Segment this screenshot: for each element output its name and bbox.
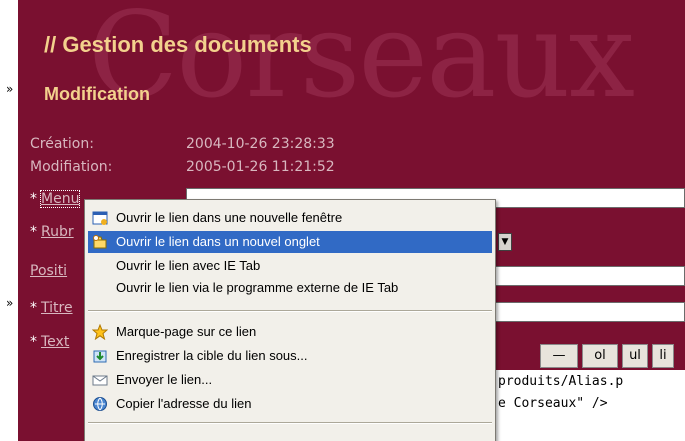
menu-item-label: Ouvrir le lien avec IE Tab	[116, 258, 261, 273]
texte-field-label: * Text	[30, 334, 69, 350]
rubrique-field-label: * Rubr	[30, 224, 74, 240]
creation-label: Création:	[30, 136, 94, 152]
menu-item-label: Marque-page sur ce lien	[116, 324, 257, 339]
ol-button[interactable]: ol	[582, 344, 618, 368]
copy-link-icon	[92, 396, 108, 412]
left-gutter: » »	[0, 0, 18, 441]
titre-link[interactable]: Titre	[41, 300, 73, 316]
save-link-icon	[92, 348, 108, 364]
required-marker: *	[30, 300, 37, 316]
position-link[interactable]: Positi	[30, 263, 67, 279]
required-marker: *	[30, 334, 37, 350]
menu-item-open-new-window[interactable]: Ouvrir le lien dans une nouvelle fenêtre	[88, 207, 492, 229]
menu-item-label: Envoyer le lien...	[116, 372, 213, 387]
modification-value: 2005-01-26 11:21:52	[186, 159, 335, 175]
stage: » » Corseaux // Gestion des documents Mo…	[0, 0, 685, 441]
menu-item-label: Ouvrir le lien dans un nouvel onglet	[116, 234, 320, 249]
rubrique-select-dropdown-button[interactable]: ▼	[498, 233, 512, 251]
menu-item-open-ie-tab-external[interactable]: Ouvrir le lien via le programme externe …	[88, 277, 492, 299]
send-link-icon	[92, 372, 108, 388]
menu-item-label: Copier l'adresse du lien	[116, 396, 252, 411]
menu-item-open-ie-tab[interactable]: Ouvrir le lien avec IE Tab	[88, 255, 492, 277]
new-tab-icon	[92, 234, 108, 250]
titre-field-label: * Titre	[30, 300, 73, 316]
section-title: Modification	[44, 84, 150, 104]
bookmark-star-icon	[91, 323, 109, 341]
menu-item-label: Ouvrir le lien dans une nouvelle fenêtre	[116, 210, 343, 225]
menu-item-open-new-tab[interactable]: Ouvrir le lien dans un nouvel onglet	[88, 231, 492, 253]
watermark: Corseaux	[88, 0, 635, 124]
texte-link[interactable]: Text	[41, 334, 69, 350]
menu-item-copy-link-address[interactable]: Copier l'adresse du lien	[88, 393, 492, 415]
text-editor[interactable]: produits/Alias.p e Corseaux" />	[496, 370, 685, 441]
creation-value: 2004-10-26 23:28:33	[186, 136, 335, 152]
menu-item-bookmark-link[interactable]: Marque-page sur ce lien	[88, 321, 492, 343]
menu-item-label: Enregistrer la cible du lien sous...	[116, 348, 308, 363]
li-button[interactable]: li	[652, 344, 674, 368]
menu-item-label: Ouvrir le lien via le programme externe …	[116, 280, 399, 295]
editor-toolbar: — ol ul li	[500, 340, 685, 372]
gutter-glyph: »	[6, 296, 14, 310]
required-marker: *	[30, 224, 37, 240]
new-window-icon	[92, 210, 108, 226]
menu-field-label: * Menu	[30, 190, 81, 208]
modification-label: Modifiation:	[30, 159, 113, 175]
required-marker: *	[30, 191, 37, 207]
rubrique-link[interactable]: Rubr	[41, 224, 74, 240]
code-line: produits/Alias.p	[498, 374, 624, 389]
menu-separator	[88, 422, 492, 424]
code-line: e Corseaux" />	[498, 396, 608, 411]
ul-button[interactable]: ul	[622, 344, 648, 368]
menu-item-send-link[interactable]: Envoyer le lien...	[88, 369, 492, 391]
menu-link[interactable]: Menu	[39, 190, 81, 208]
page-title: // Gestion des documents	[44, 32, 312, 57]
menu-item-save-link-as[interactable]: Enregistrer la cible du lien sous...	[88, 345, 492, 367]
gutter-glyph: »	[6, 82, 14, 96]
menu-separator	[88, 310, 492, 312]
hr-button[interactable]: —	[540, 344, 578, 368]
context-menu: Ouvrir le lien dans une nouvelle fenêtre…	[84, 199, 496, 441]
